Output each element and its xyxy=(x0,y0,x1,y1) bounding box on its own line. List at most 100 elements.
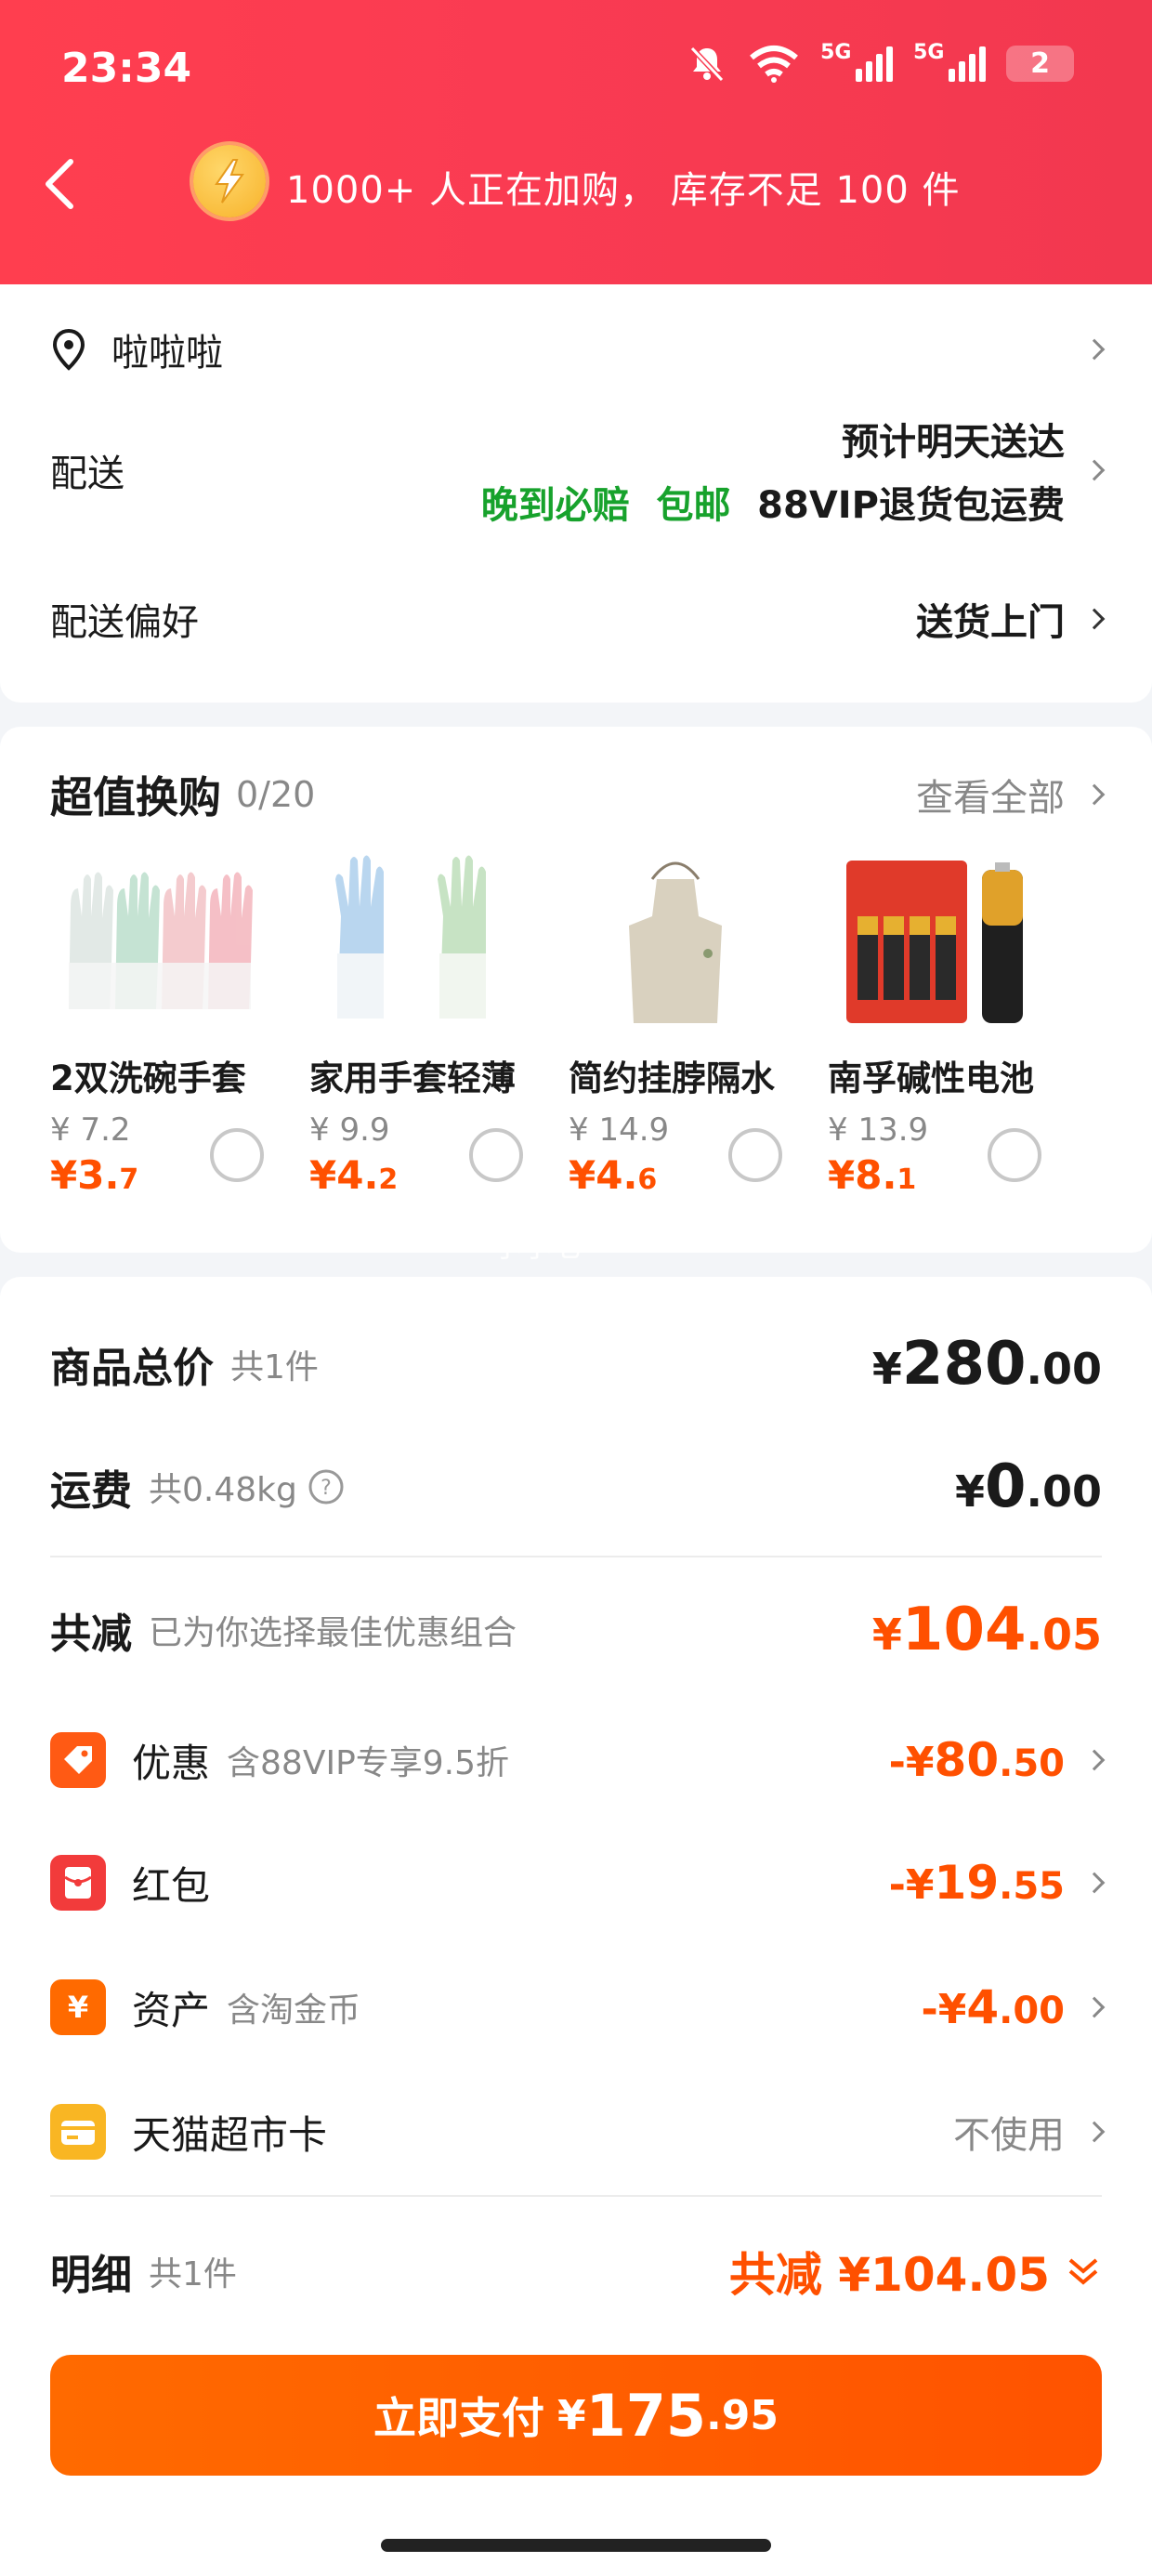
discount-row-red-packet[interactable]: 红包 -¥19.55 xyxy=(50,1846,1106,1920)
swap-count: 0/20 xyxy=(236,774,316,815)
flash-icon xyxy=(193,145,266,217)
detail-label: 明细 xyxy=(50,2252,132,2299)
discount-amount: -¥19.55 xyxy=(888,1856,1065,1910)
swap-title: 超值换购 xyxy=(50,772,221,822)
yuan-coin-icon: ¥ xyxy=(50,1979,106,2035)
delivery-preference-label: 配送偏好 xyxy=(50,601,199,644)
discount-label: 优惠 xyxy=(132,1740,211,1786)
network-label: 5G xyxy=(820,41,852,64)
discount-row-supermarket-card[interactable]: 天猫超市卡 不使用 xyxy=(50,2095,1106,2169)
goods-total-amount: ¥280.00 xyxy=(871,1330,1102,1399)
product-select-radio[interactable] xyxy=(988,1128,1041,1182)
detail-total-discount: 共减 ¥104.05 xyxy=(728,2248,1050,2302)
shipping-label: 运费 xyxy=(50,1467,132,1515)
signal-icon-2: 5G xyxy=(913,41,987,82)
view-all-link[interactable]: 查看全部 xyxy=(916,768,1065,821)
chevron-right-icon xyxy=(1083,783,1106,806)
delivery-preference-value: 送货上门 xyxy=(916,601,1065,644)
product-original-price: ¥ 13.9 xyxy=(828,1111,929,1149)
svg-text:?: ? xyxy=(321,1477,332,1500)
discount-label: 红包 xyxy=(132,1862,211,1909)
discount-amount: -¥80.50 xyxy=(888,1733,1065,1787)
total-discount-note: 已为你选择最佳优惠组合 xyxy=(149,1614,517,1652)
total-discount-label: 共减 xyxy=(50,1610,132,1658)
detail-count: 共1件 xyxy=(149,2255,237,2293)
swap-product[interactable]: 简约挂脖隔水 ¥ 14.9 ¥4.6 xyxy=(569,851,828,1198)
status-icons: 5G 5G 2 xyxy=(687,41,1074,84)
shipping-row: 运费 共0.48kg ? ¥0.00 xyxy=(50,1450,1102,1524)
help-circle-icon[interactable]: ? xyxy=(307,1467,346,1506)
pay-now-button[interactable]: 立即支付 ¥ 175 .95 xyxy=(50,2355,1102,2476)
pay-button-currency: ¥ xyxy=(557,2391,586,2439)
goods-count: 共1件 xyxy=(230,1348,319,1387)
wifi-icon xyxy=(750,46,799,83)
product-select-radio[interactable] xyxy=(728,1128,782,1182)
total-discount-row: 共减 已为你选择最佳优惠组合 ¥104.05 xyxy=(50,1593,1102,1667)
discount-row-assets[interactable]: ¥ 资产 含淘金币 -¥4.00 xyxy=(50,1970,1106,2044)
delivery-preference-row[interactable]: 配送偏好 送货上门 xyxy=(50,591,1106,647)
swap-product-list: 2双洗碗手套 ¥ 7.2 ¥3.7 家用手套轻薄 ¥ 9.9 ¥4.2 简约挂脖… xyxy=(50,851,1087,1198)
pay-button-amount: 175 xyxy=(585,2381,707,2450)
discount-note: 含淘金币 xyxy=(227,1991,361,2030)
chevron-right-icon xyxy=(1083,1996,1106,2018)
chevron-right-icon xyxy=(1083,608,1106,630)
discount-row-coupon[interactable]: 优惠 含88VIP专享9.5折 -¥80.50 xyxy=(50,1723,1106,1797)
chevron-right-icon xyxy=(1083,2121,1106,2143)
mute-bell-icon xyxy=(689,46,725,83)
chevron-double-down-icon[interactable] xyxy=(1065,2253,1102,2290)
address-row[interactable]: 啦啦啦 xyxy=(50,322,1106,377)
goods-total-row: 商品总价 共1件 ¥280.00 xyxy=(50,1327,1102,1401)
pay-button-decimal: .95 xyxy=(706,2391,779,2439)
product-select-radio[interactable] xyxy=(210,1128,264,1182)
product-original-price: ¥ 14.9 xyxy=(569,1111,670,1149)
location-pin-icon xyxy=(52,328,85,371)
product-name: 家用手套轻薄 xyxy=(309,1058,516,1098)
product-name: 简约挂脖隔水 xyxy=(569,1058,775,1098)
chevron-right-icon xyxy=(1083,338,1106,361)
product-select-radio[interactable] xyxy=(469,1128,523,1182)
delivery-row[interactable]: 配送 预计明天送达 晚到必赔 包邮 88VIP退货包运费 xyxy=(50,412,1106,529)
swap-product[interactable]: 2双洗碗手套 ¥ 7.2 ¥3.7 xyxy=(50,851,309,1198)
divider xyxy=(50,2195,1102,2197)
tag-icon xyxy=(50,1732,106,1788)
product-name: 南孚碱性电池 xyxy=(828,1058,1034,1098)
delivery-estimate: 预计明天送达 xyxy=(842,421,1065,464)
red-packet-icon xyxy=(50,1855,106,1911)
delivery-info: 预计明天送达 晚到必赔 包邮 88VIP退货包运费 xyxy=(481,412,1065,529)
battery-pack-image xyxy=(828,851,1041,1028)
discount-note: 含88VIP专享9.5折 xyxy=(227,1744,510,1782)
battery-indicator: 2 xyxy=(1006,45,1074,82)
pay-button-label: 立即支付 xyxy=(373,2393,544,2443)
product-swap-price: ¥4.2 xyxy=(309,1152,399,1198)
shipping-weight: 共0.48kg xyxy=(149,1471,297,1509)
swap-product[interactable]: 南孚碱性电池 ¥ 13.9 ¥8.1 xyxy=(828,851,1087,1198)
product-original-price: ¥ 9.9 xyxy=(309,1111,390,1149)
detail-row[interactable]: 明细 共1件 共减 ¥104.05 xyxy=(50,2234,1102,2308)
vip-return-tag: 88VIP退货包运费 xyxy=(757,484,1065,527)
product-original-price: ¥ 7.2 xyxy=(50,1111,131,1149)
discount-label: 资产 xyxy=(132,1987,211,2033)
header-bar: 23:34 5G 5G 2 1000+ 人正在加购， 库存不足 100 件 xyxy=(0,0,1152,284)
back-arrow-icon[interactable] xyxy=(41,156,78,212)
supermarket-card-value: 不使用 xyxy=(953,2114,1065,2157)
swap-header: 超值换购 0/20 查看全部 xyxy=(50,762,1106,827)
shipping-amount: ¥0.00 xyxy=(954,1452,1102,1521)
late-compensation-tag: 晚到必赔 xyxy=(480,484,630,527)
discount-amount: -¥4.00 xyxy=(921,1980,1065,2034)
chevron-right-icon xyxy=(1083,1749,1106,1771)
product-name: 2双洗碗手套 xyxy=(50,1058,246,1098)
delivery-label: 配送 xyxy=(50,453,124,495)
gloves-image xyxy=(309,851,523,1028)
divider xyxy=(50,1556,1102,1557)
signal-icon-1: 5G xyxy=(820,41,894,82)
free-shipping-tag: 包邮 xyxy=(656,484,731,527)
product-swap-price: ¥3.7 xyxy=(50,1152,139,1198)
home-indicator[interactable] xyxy=(381,2539,771,2552)
address-name: 啦啦啦 xyxy=(111,332,223,375)
chevron-right-icon xyxy=(1083,459,1106,481)
discount-label: 天猫超市卡 xyxy=(132,2111,328,2158)
gloves-image xyxy=(50,851,264,1028)
swap-offer-card: 超值换购 0/20 查看全部 2双洗碗手套 ¥ 7.2 ¥3.7 家用手套轻薄 … xyxy=(0,727,1152,1253)
total-discount-amount: ¥104.05 xyxy=(871,1596,1102,1664)
swap-product[interactable]: 家用手套轻薄 ¥ 9.9 ¥4.2 xyxy=(309,851,569,1198)
